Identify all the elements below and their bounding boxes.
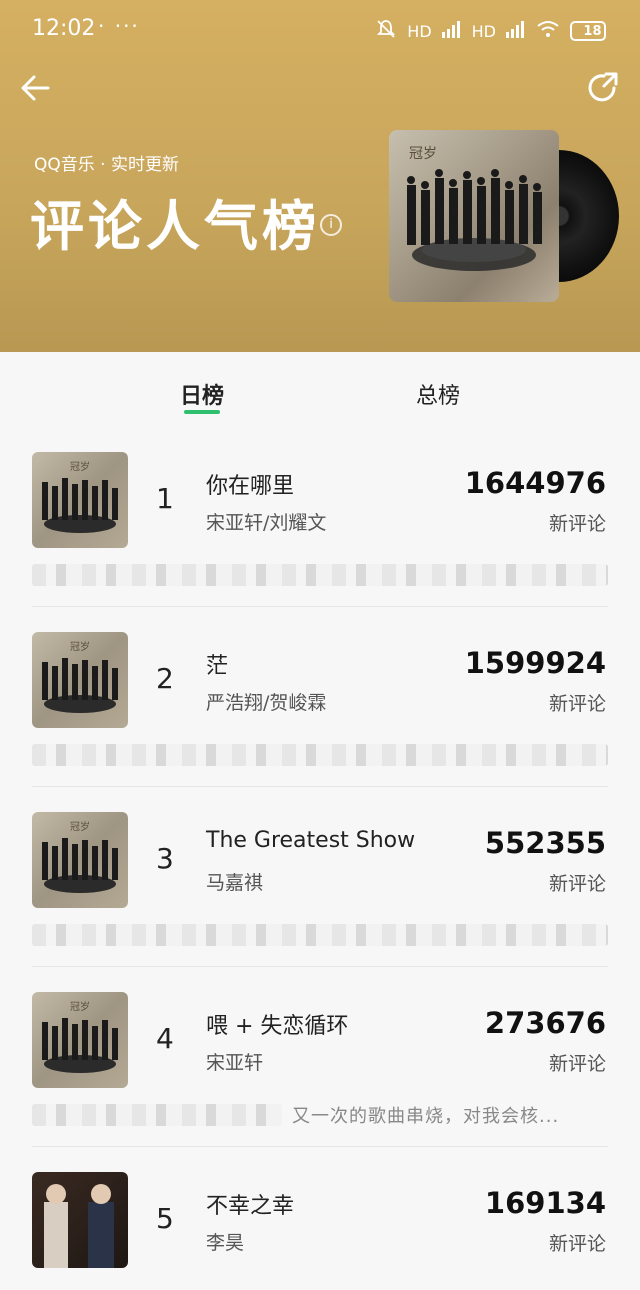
rank-number: 4 — [156, 1022, 174, 1055]
song-cover: 冠岁 — [32, 452, 128, 548]
list-item[interactable]: 5 不幸之幸 李昊 169134 新评论 — [0, 1172, 640, 1290]
list-item[interactable]: 冠岁 3 The Greatest Show 马嘉祺 552355 新评论 — [0, 812, 640, 992]
comment-count-label: 新评论 — [548, 1053, 606, 1075]
ranking-content: 日榜 总榜 冠岁 1 你在哪里 宋亚轩/刘耀文 1644976 新评论 冠岁 2… — [0, 352, 640, 1290]
brand-subtitle: QQ音乐 · 实时更新 — [34, 155, 179, 175]
song-title: 不幸之幸 — [206, 1194, 295, 1219]
song-artist: 宋亚轩 — [206, 1052, 264, 1074]
signal-hd-2-label: HD — [471, 21, 496, 41]
comment-count: 273676 — [484, 1006, 606, 1040]
blurred-comment — [32, 924, 608, 946]
album-art: 冠岁 — [389, 130, 559, 302]
mute-bell-icon — [375, 18, 397, 44]
comment-count: 169134 — [484, 1186, 606, 1220]
row-divider — [32, 1146, 608, 1147]
svg-text:冠岁: 冠岁 — [409, 146, 437, 162]
rank-number: 3 — [156, 842, 174, 875]
comment-count-label: 新评论 — [548, 513, 606, 535]
arrow-left-icon — [21, 75, 50, 101]
status-bar: 12:02 · ··· HD HD 18 — [0, 0, 640, 60]
signal-hd-1-label: HD — [407, 21, 432, 41]
battery-icon: 18 — [570, 21, 606, 41]
song-title: 喂 + 失恋循环 — [206, 1014, 349, 1039]
header-banner: 12:02 · ··· HD HD 18 QQ音乐 · 实时更新 评论人气榜 i… — [0, 0, 640, 352]
page-title: 评论人气榜 — [30, 195, 320, 258]
svg-text:冠岁: 冠岁 — [70, 460, 90, 473]
row-divider — [32, 786, 608, 787]
back-button[interactable] — [16, 68, 56, 108]
svg-text:冠岁: 冠岁 — [70, 1000, 90, 1013]
song-cover: 冠岁 — [32, 812, 128, 908]
status-time: 12:02 — [32, 16, 96, 41]
tab-daily[interactable]: 日榜 — [180, 378, 224, 410]
song-title: 你在哪里 — [206, 474, 295, 499]
status-notifications: · ··· — [98, 14, 140, 38]
comment-count: 1599924 — [464, 646, 606, 680]
song-artist: 宋亚轩/刘耀文 — [206, 512, 327, 534]
rank-number: 1 — [156, 482, 174, 515]
row-divider — [32, 966, 608, 967]
svg-text:冠岁: 冠岁 — [70, 820, 90, 833]
song-artist: 严浩翔/贺峻霖 — [206, 692, 327, 714]
song-cover: 冠岁 — [32, 992, 128, 1088]
tab-total[interactable]: 总榜 — [416, 378, 460, 410]
song-cover: 冠岁 — [32, 632, 128, 728]
song-title: 茫 — [206, 654, 229, 679]
song-title: The Greatest Show — [206, 828, 416, 853]
share-icon — [588, 72, 618, 102]
info-icon[interactable]: i — [320, 214, 342, 236]
rank-number: 5 — [156, 1202, 174, 1235]
comment-count-label: 新评论 — [548, 693, 606, 715]
signal-icon — [441, 20, 462, 42]
share-button[interactable] — [584, 68, 624, 108]
comment-count: 1644976 — [464, 466, 606, 500]
song-cover — [32, 1172, 128, 1268]
comment-preview: 又一次的歌曲串烧，对我会核... — [292, 1106, 560, 1127]
chart-cover: 冠岁 — [389, 130, 619, 302]
status-icons: HD HD 18 — [375, 18, 606, 44]
comment-count-label: 新评论 — [548, 1233, 606, 1255]
signal-icon-2 — [506, 20, 526, 42]
list-item[interactable]: 冠岁 1 你在哪里 宋亚轩/刘耀文 1644976 新评论 — [0, 452, 640, 632]
wifi-icon — [536, 20, 560, 42]
active-tab-indicator — [184, 410, 220, 414]
comment-count-label: 新评论 — [548, 873, 606, 895]
tab-bar: 日榜 总榜 — [0, 352, 640, 424]
blurred-comment — [32, 744, 608, 766]
comment-count: 552355 — [484, 826, 606, 860]
song-artist: 马嘉祺 — [206, 872, 264, 894]
rank-number: 2 — [156, 662, 174, 695]
row-divider — [32, 606, 608, 607]
blurred-comment — [32, 1104, 282, 1126]
song-artist: 李昊 — [206, 1232, 245, 1254]
battery-level: 18 — [583, 23, 602, 39]
list-item[interactable]: 冠岁 4 喂 + 失恋循环 宋亚轩 273676 新评论 又一次的歌曲串烧，对我… — [0, 992, 640, 1172]
list-item[interactable]: 冠岁 2 茫 严浩翔/贺峻霖 1599924 新评论 — [0, 632, 640, 812]
svg-text:冠岁: 冠岁 — [70, 640, 90, 653]
blurred-comment — [32, 564, 608, 586]
